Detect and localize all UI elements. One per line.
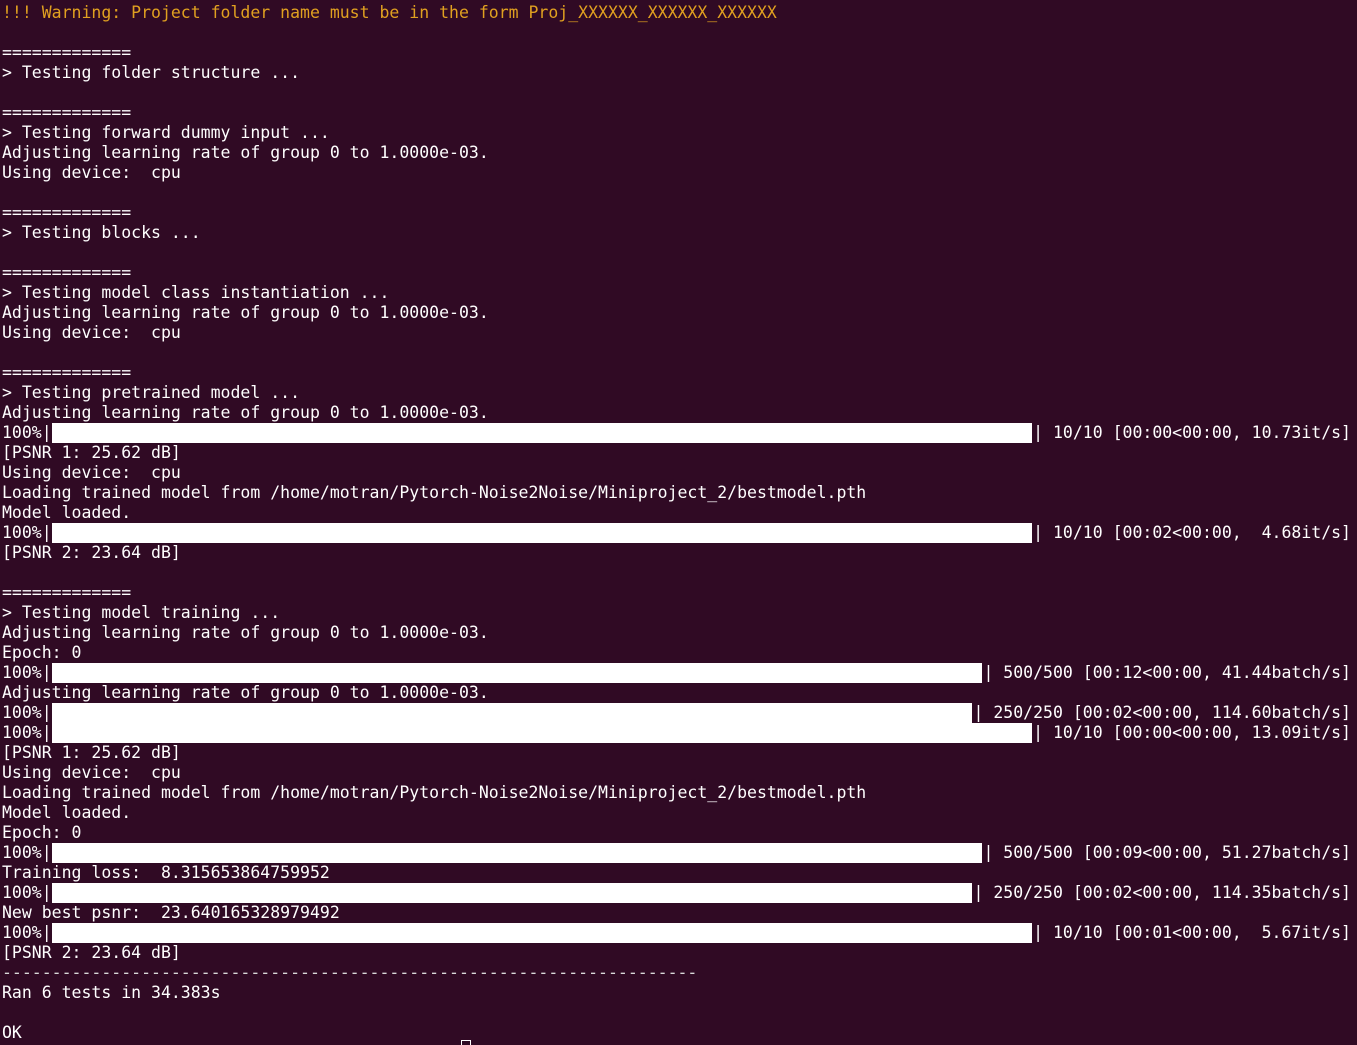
progress-line: 100%| | 10/10 [00:00<00:00, 10.73it/s]: [0, 423, 1357, 443]
progress-line: 100%| | 10/10 [00:00<00:00, 13.09it/s]: [0, 723, 1357, 743]
progress-line: 100%| | 500/500 [00:12<00:00, 41.44batch/…: [0, 663, 1357, 683]
progress-bar-fill: [52, 523, 1032, 543]
test-heading: > Testing pretrained model ...: [2, 383, 301, 402]
output-line: Loading trained model from /home/motran/…: [2, 483, 867, 502]
progress-line: 100%| | 250/250 [00:02<00:00, 114.60batch…: [0, 703, 1357, 723]
separator-line: =============: [2, 43, 132, 62]
progress-stats: | 250/250 [00:02<00:00, 114.60batch/s]: [973, 703, 1352, 722]
progress-stats: | 10/10 [00:01<00:00, 5.67it/s]: [1033, 923, 1351, 942]
output-line: New best psnr: 23.640165328979492: [2, 903, 340, 922]
separator-line: =============: [2, 203, 132, 222]
test-heading: > Testing blocks ...: [2, 223, 201, 242]
output-line: Using device: cpu: [2, 763, 181, 782]
progress-stats: | 250/250 [00:02<00:00, 114.35batch/s]: [973, 883, 1352, 902]
output-line: Using device: cpu: [2, 463, 181, 482]
output-line: [PSNR 2: 23.64 dB]: [2, 943, 181, 962]
divider-line: ----------------------------------------…: [2, 963, 698, 982]
output-line: Epoch: 0: [2, 643, 82, 662]
progress-bar-fill: [52, 883, 972, 903]
progress-percent: 100%|: [2, 723, 52, 742]
test-heading: > Testing forward dummy input ...: [2, 123, 330, 142]
warning-line: !!! Warning: Project folder name must be…: [2, 3, 777, 22]
progress-percent: 100%|: [2, 663, 52, 682]
progress-line: 100%| | 250/250 [00:02<00:00, 114.35batch…: [0, 883, 1357, 903]
output-line: Adjusting learning rate of group 0 to 1.…: [2, 303, 489, 322]
terminal-window[interactable]: !!! Warning: Project folder name must be…: [0, 0, 1357, 1045]
separator-line: =============: [2, 103, 132, 122]
output-line: Model loaded.: [2, 503, 132, 522]
output-line: Training loss: 8.315653864759952: [2, 863, 330, 882]
output-line: [PSNR 1: 25.62 dB]: [2, 443, 181, 462]
output-line: Adjusting learning rate of group 0 to 1.…: [2, 143, 489, 162]
separator-line: =============: [2, 583, 132, 602]
output-line: Using device: cpu: [2, 323, 181, 342]
progress-stats: | 500/500 [00:09<00:00, 51.27batch/s]: [983, 843, 1351, 862]
output-line: [PSNR 1: 25.62 dB]: [2, 743, 181, 762]
progress-bar-fill: [52, 703, 972, 723]
progress-line: 100%| | 10/10 [00:02<00:00, 4.68it/s]: [0, 523, 1357, 543]
output-line: Epoch: 0: [2, 823, 82, 842]
progress-percent: 100%|: [2, 883, 52, 902]
progress-stats: | 10/10 [00:00<00:00, 10.73it/s]: [1033, 423, 1351, 442]
progress-bar-fill: [52, 923, 1032, 943]
progress-bar-fill: [52, 843, 982, 863]
progress-percent: 100%|: [2, 843, 52, 862]
progress-stats: | 10/10 [00:02<00:00, 4.68it/s]: [1033, 523, 1351, 542]
progress-percent: 100%|: [2, 703, 52, 722]
output-line: Using device: cpu: [2, 163, 181, 182]
progress-line: 100%| | 10/10 [00:01<00:00, 5.67it/s]: [0, 923, 1357, 943]
output-line: Adjusting learning rate of group 0 to 1.…: [2, 403, 489, 422]
progress-percent: 100%|: [2, 923, 52, 942]
output-line: Loading trained model from /home/motran/…: [2, 783, 867, 802]
progress-bar-fill: [52, 723, 1032, 743]
output-line: [PSNR 2: 23.64 dB]: [2, 543, 181, 562]
output-line: Adjusting learning rate of group 0 to 1.…: [2, 683, 489, 702]
progress-bar-fill: [52, 423, 1032, 443]
test-heading: > Testing model training ...: [2, 603, 281, 622]
test-heading: > Testing model class instantiation ...: [2, 283, 390, 302]
output-line: Adjusting learning rate of group 0 to 1.…: [2, 623, 489, 642]
progress-bar-fill: [52, 663, 982, 683]
separator-line: =============: [2, 263, 132, 282]
text-cursor: [461, 1040, 471, 1045]
progress-stats: | 10/10 [00:00<00:00, 13.09it/s]: [1033, 723, 1351, 742]
output-line: Model loaded.: [2, 803, 132, 822]
output-line: OK: [2, 1023, 22, 1042]
progress-line: 100%| | 500/500 [00:09<00:00, 51.27batch/…: [0, 843, 1357, 863]
progress-percent: 100%|: [2, 423, 52, 442]
progress-percent: 100%|: [2, 523, 52, 542]
separator-line: =============: [2, 363, 132, 382]
test-heading: > Testing folder structure ...: [2, 63, 301, 82]
progress-stats: | 500/500 [00:12<00:00, 41.44batch/s]: [983, 663, 1351, 682]
output-line: Ran 6 tests in 34.383s: [2, 983, 221, 1002]
